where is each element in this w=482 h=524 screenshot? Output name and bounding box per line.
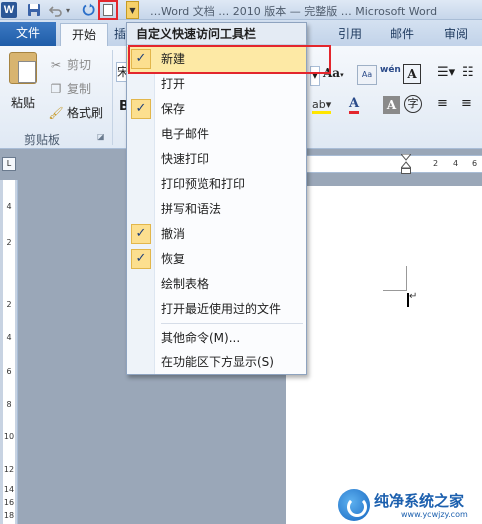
menu-item-label: 电子邮件 [161, 127, 210, 141]
font-color-label: A [349, 96, 360, 111]
menu-item-recent-files[interactable]: 打开最近使用过的文件 [127, 297, 306, 322]
ruler-number: 6 [6, 367, 12, 376]
phonetic-guide-button[interactable]: wén [380, 65, 401, 75]
chevron-down-icon: ▾ [340, 70, 344, 79]
menu-item-label: 绘制表格 [161, 277, 210, 291]
annotation-highlight-box [128, 45, 331, 74]
title-bar: W ▾ ▼ …Word 文档 … 2010 版本 — 完整版 … Microso… [0, 0, 482, 20]
align-center-icon[interactable]: ≡ [461, 96, 472, 111]
checkmark-icon: ✓ [131, 99, 151, 119]
customize-qat-menu: 自定义快速访问工具栏 ✓ 新建 打开 ✓ 保存 电子邮件 快速打印 打印预览和打… [126, 22, 331, 375]
copy-button[interactable]: ❐ 复制 [48, 79, 91, 99]
tab-references[interactable]: 引用 [325, 23, 375, 46]
ruler-number: 6 [472, 159, 478, 168]
ruler-number: 4 [6, 333, 12, 342]
cut-button[interactable]: ✂ 剪切 [48, 55, 91, 75]
menu-item-label: 打开 [161, 77, 186, 91]
menu-item-label: 在功能区下方显示(S) [161, 355, 274, 369]
margin-crop-mark [406, 266, 407, 290]
menu-item-label: 保存 [161, 102, 186, 116]
numbering-icon[interactable]: ☷ [462, 65, 474, 80]
align-left-icon[interactable]: ≡ [437, 96, 448, 111]
ruler-number: 8 [6, 400, 12, 409]
save-icon[interactable] [25, 1, 43, 19]
word-app-icon[interactable]: W [1, 2, 17, 18]
margin-crop-mark [383, 290, 407, 291]
tab-review[interactable]: 审阅 [431, 23, 481, 46]
dialog-launcher-icon[interactable]: ◪ [97, 132, 105, 141]
format-painter-button[interactable]: 🖌 格式刷 [48, 103, 103, 123]
watermark-title: 纯净系统之家 [374, 492, 465, 510]
cut-label: 剪切 [67, 58, 92, 72]
tab-file[interactable]: 文件 [0, 22, 56, 46]
menu-item-draw-table[interactable]: 绘制表格 [127, 272, 306, 297]
ruler-number: 2 [6, 300, 12, 309]
menu-item-redo[interactable]: ✓ 恢复 [127, 247, 306, 272]
menu-item-print-preview[interactable]: 打印预览和打印 [127, 172, 306, 197]
ruler-number: 12 [3, 465, 15, 474]
undo-dropdown-icon[interactable]: ▾ [63, 1, 73, 19]
menu-item-show-below-ribbon[interactable]: 在功能区下方显示(S) [127, 350, 306, 375]
menu-item-label: 打印预览和打印 [161, 177, 246, 191]
window-title: …Word 文档 … 2010 版本 — 完整版 … Microsoft Wor… [150, 5, 438, 18]
copy-label: 复制 [67, 82, 92, 96]
document-page[interactable] [286, 186, 482, 524]
ruler-number: 14 [3, 485, 15, 494]
paste-button[interactable]: 粘贴 [5, 52, 41, 120]
watermark-icon [338, 489, 370, 521]
menu-item-label: 拼写和语法 [161, 202, 222, 216]
menu-item-save[interactable]: ✓ 保存 [127, 97, 306, 122]
customize-qat-dropdown-icon[interactable]: ▼ [126, 1, 139, 19]
character-border-button[interactable]: A [403, 64, 421, 84]
scissors-icon: ✂ [50, 58, 62, 72]
menu-separator [161, 323, 303, 324]
tab-home[interactable]: 开始 [60, 23, 108, 46]
menu-item-spelling[interactable]: 拼写和语法 [127, 197, 306, 222]
text-highlight-icon[interactable]: ab▾ [312, 98, 332, 114]
tab-selector-icon[interactable]: L [2, 157, 16, 171]
bullets-icon[interactable]: ☰▾ [437, 65, 455, 80]
ruler-number: 2 [6, 238, 12, 247]
menu-item-quick-print[interactable]: 快速打印 [127, 147, 306, 172]
watermark-logo: 纯净系统之家 www.ycwjzy.com [338, 487, 482, 524]
enclose-characters-button[interactable]: 字 [404, 95, 422, 113]
menu-item-open[interactable]: 打开 [127, 72, 306, 97]
character-shading-button[interactable]: A [383, 96, 400, 114]
checkmark-icon: ✓ [131, 224, 151, 244]
redo-icon[interactable] [79, 1, 97, 19]
menu-item-label: 撤消 [161, 227, 186, 241]
tab-mailings[interactable]: 邮件 [377, 23, 427, 46]
indent-marker[interactable] [399, 153, 413, 174]
new-document-icon[interactable] [98, 0, 118, 20]
clipboard-icon [9, 52, 37, 84]
copy-icon: ❐ [50, 82, 62, 96]
group-divider [112, 50, 113, 145]
ruler-number: 18 [3, 511, 15, 520]
clear-formatting-icon[interactable]: Aa [357, 65, 377, 85]
menu-item-undo[interactable]: ✓ 撤消 [127, 222, 306, 247]
ruler-number: 2 [433, 159, 439, 168]
clipboard-group-label: 剪贴板 [24, 133, 61, 147]
menu-title: 自定义快速访问工具栏 [127, 23, 306, 45]
checkmark-icon: ✓ [131, 249, 151, 269]
menu-item-label: 其他命令(M)... [161, 331, 241, 345]
watermark-url: www.ycwjzy.com [401, 510, 468, 519]
format-painter-label: 格式刷 [67, 106, 104, 120]
ruler-number: 10 [3, 432, 15, 441]
ruler-number: 16 [3, 498, 15, 507]
horizontal-ruler[interactable]: 2 4 6 [286, 155, 482, 173]
vertical-ruler[interactable]: 4 2 2 4 6 8 10 12 14 16 18 [0, 180, 18, 524]
font-color-button[interactable]: A [349, 96, 360, 114]
menu-item-email[interactable]: 电子邮件 [127, 122, 306, 147]
ruler-number: 4 [6, 202, 12, 211]
paintbrush-icon: 🖌 [48, 106, 64, 120]
menu-item-more-commands[interactable]: 其他命令(M)... [127, 326, 306, 351]
menu-item-label: 恢复 [161, 252, 186, 266]
paste-label: 粘贴 [10, 96, 35, 110]
menu-item-label: 快速打印 [161, 152, 210, 166]
paragraph-mark-icon: ↵ [409, 291, 418, 302]
ruler-number: 4 [453, 159, 459, 168]
menu-item-label: 打开最近使用过的文件 [161, 302, 282, 316]
